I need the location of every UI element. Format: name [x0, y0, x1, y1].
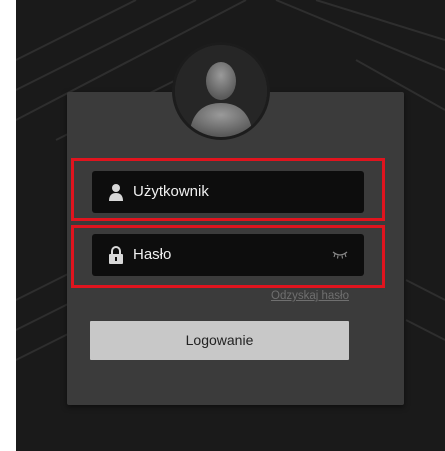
password-highlight-box — [71, 225, 385, 288]
user-silhouette-icon — [175, 45, 267, 137]
avatar — [172, 42, 270, 140]
username-highlight-box — [71, 158, 385, 221]
recover-password-link[interactable]: Odzyskaj hasło — [271, 290, 349, 302]
login-button[interactable]: Logowanie — [90, 321, 349, 360]
